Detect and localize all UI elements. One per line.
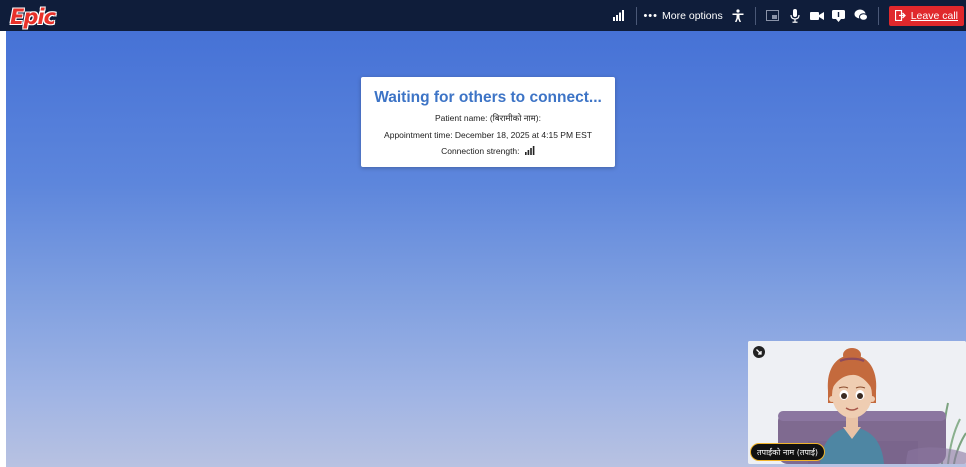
patient-name-line: Patient name: (बिरामीको नाम): — [435, 113, 541, 123]
leave-call-label: Leave call — [910, 9, 958, 22]
minimize-self-view-icon[interactable] — [753, 346, 765, 358]
screen-share-icon[interactable] — [762, 5, 784, 27]
toolbar-controls: ••• More options Leave call — [608, 0, 966, 31]
signal-strength-icon[interactable] — [608, 5, 630, 27]
waiting-dialog: Waiting for others to connect... Patient… — [361, 77, 615, 167]
stage-left-border — [0, 31, 6, 467]
toolbar-divider — [636, 6, 638, 25]
more-options-button[interactable]: ••• More options — [643, 10, 722, 22]
self-view-video[interactable]: तपाईंको नाम (तपाई) — [748, 341, 966, 464]
chat-bubbles-icon[interactable] — [850, 5, 872, 27]
toolbar-divider — [877, 6, 879, 25]
microphone-icon[interactable] — [784, 5, 806, 27]
accessibility-icon[interactable] — [727, 5, 749, 27]
leave-call-button[interactable]: Leave call — [888, 5, 964, 26]
self-name-label: तपाईंको नाम (तपाई) — [750, 443, 826, 461]
chat-bubble-icon[interactable] — [828, 5, 850, 27]
toolbar-divider — [754, 6, 756, 25]
connection-strength-label: Connection strength: — [441, 146, 520, 156]
signal-strength-icon — [524, 146, 535, 155]
leave-icon — [894, 10, 906, 21]
top-toolbar: Epic ••• More options Leave call — [0, 0, 966, 31]
more-options-label: More options — [662, 9, 723, 22]
epic-logo: Epic — [10, 5, 56, 29]
connection-strength-line: Connection strength: — [361, 146, 615, 156]
appointment-time-line: Appointment time: December 18, 2025 at 4… — [384, 130, 592, 140]
camera-icon[interactable] — [806, 5, 828, 27]
more-dots-icon: ••• — [643, 9, 659, 22]
waiting-title: Waiting for others to connect... — [374, 89, 602, 106]
